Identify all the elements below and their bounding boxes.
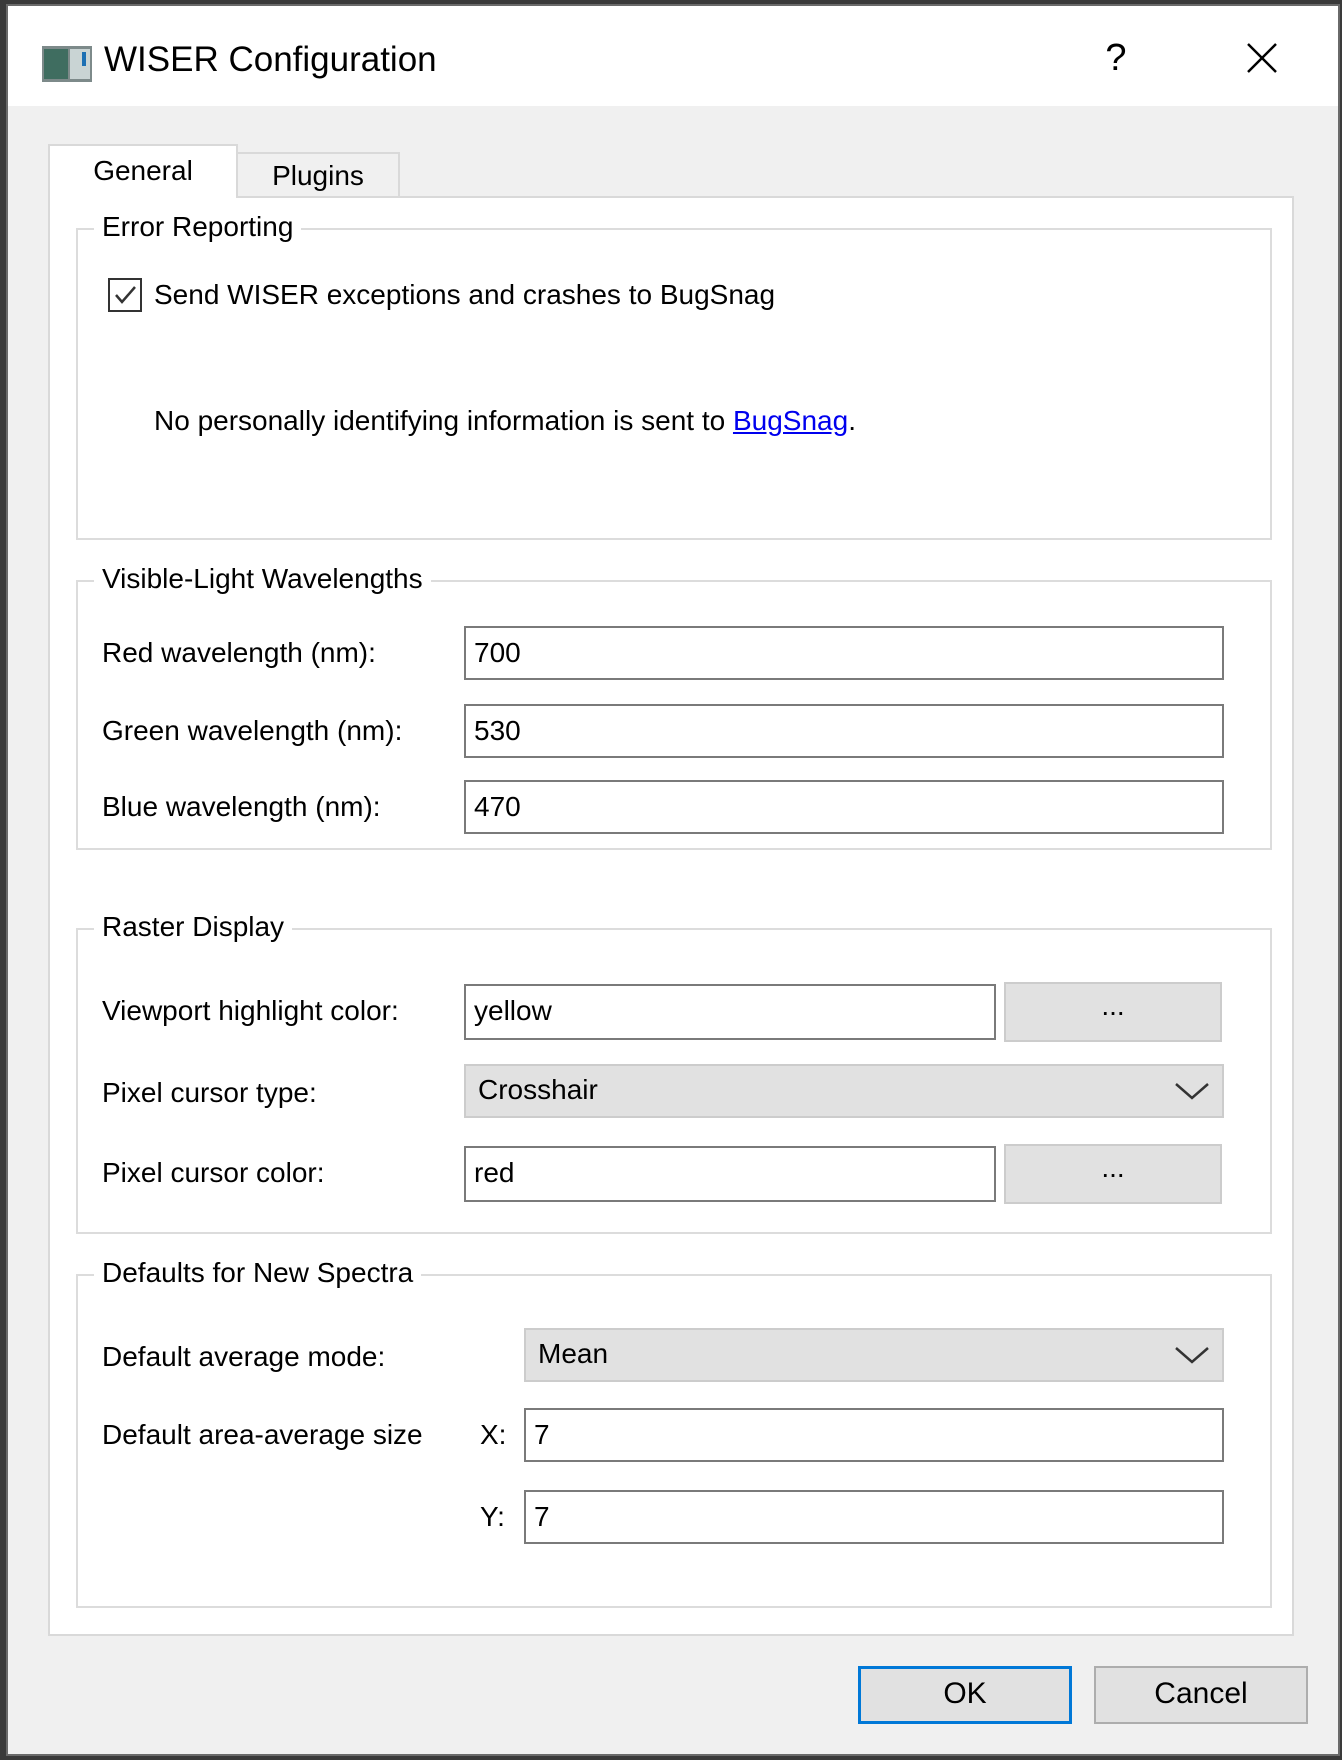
cursor-type-select[interactable]: Crosshair [464,1064,1224,1118]
title-bar[interactable]: WISER Configuration ? [8,6,1338,106]
area-size-x-input[interactable]: 7 [524,1408,1224,1462]
app-window-icon [42,46,92,82]
bugsnag-checkbox-label[interactable]: Send WISER exceptions and crashes to Bug… [154,278,775,312]
highlight-color-input[interactable]: yellow [464,984,996,1040]
error-reporting-title: Error Reporting [94,210,302,244]
area-size-x-label: X: [480,1419,507,1450]
privacy-info-suffix: . [848,405,856,436]
tab-plugins[interactable]: Plugins [236,152,400,198]
red-wavelength-label: Red wavelength (nm): [102,637,376,668]
window-title: WISER Configuration [104,40,437,79]
bugsnag-checkbox[interactable] [108,278,142,312]
cursor-color-input[interactable]: red [464,1146,996,1202]
bugsnag-link[interactable]: BugSnag [733,405,848,436]
error-reporting-group [76,228,1272,540]
close-button[interactable] [1214,26,1310,90]
area-size-y-label: Y: [480,1501,505,1532]
general-tab-pane: Error Reporting Send WISER exceptions an… [48,196,1294,1636]
highlight-color-label: Viewport highlight color: [102,995,399,1026]
blue-wavelength-input[interactable]: 470 [464,780,1224,834]
red-wavelength-input[interactable]: 700 [464,626,1224,680]
area-size-y-input[interactable]: 7 [524,1490,1224,1544]
cursor-type-label: Pixel cursor type: [102,1077,317,1108]
privacy-info-prefix: No personally identifying information is… [154,405,733,436]
cancel-button[interactable]: Cancel [1094,1666,1308,1724]
config-dialog: WISER Configuration ? Plugins General Er… [6,4,1340,1756]
spectra-defaults-title: Defaults for New Spectra [94,1256,422,1290]
area-size-label: Default area-average size [102,1419,423,1450]
average-mode-value: Mean [538,1338,609,1369]
ok-button[interactable]: OK [858,1666,1072,1724]
highlight-color-picker-button[interactable]: ... [1004,982,1222,1042]
chevron-down-icon [1175,1083,1209,1100]
privacy-info-text: No personally identifying information is… [154,404,856,438]
average-mode-label: Default average mode: [102,1341,386,1372]
raster-display-title: Raster Display [94,910,293,944]
cursor-color-picker-button[interactable]: ... [1004,1144,1222,1204]
tab-general[interactable]: General [48,144,238,198]
average-mode-select[interactable]: Mean [524,1328,1224,1382]
cursor-color-label: Pixel cursor color: [102,1157,325,1188]
cursor-type-value: Crosshair [478,1074,598,1105]
wavelengths-title: Visible-Light Wavelengths [94,562,431,596]
check-icon [115,286,136,304]
help-button[interactable]: ? [1076,26,1156,90]
chevron-down-icon [1175,1347,1209,1364]
green-wavelength-input[interactable]: 530 [464,704,1224,758]
close-icon [1247,43,1277,73]
green-wavelength-label: Green wavelength (nm): [102,715,403,746]
blue-wavelength-label: Blue wavelength (nm): [102,791,381,822]
